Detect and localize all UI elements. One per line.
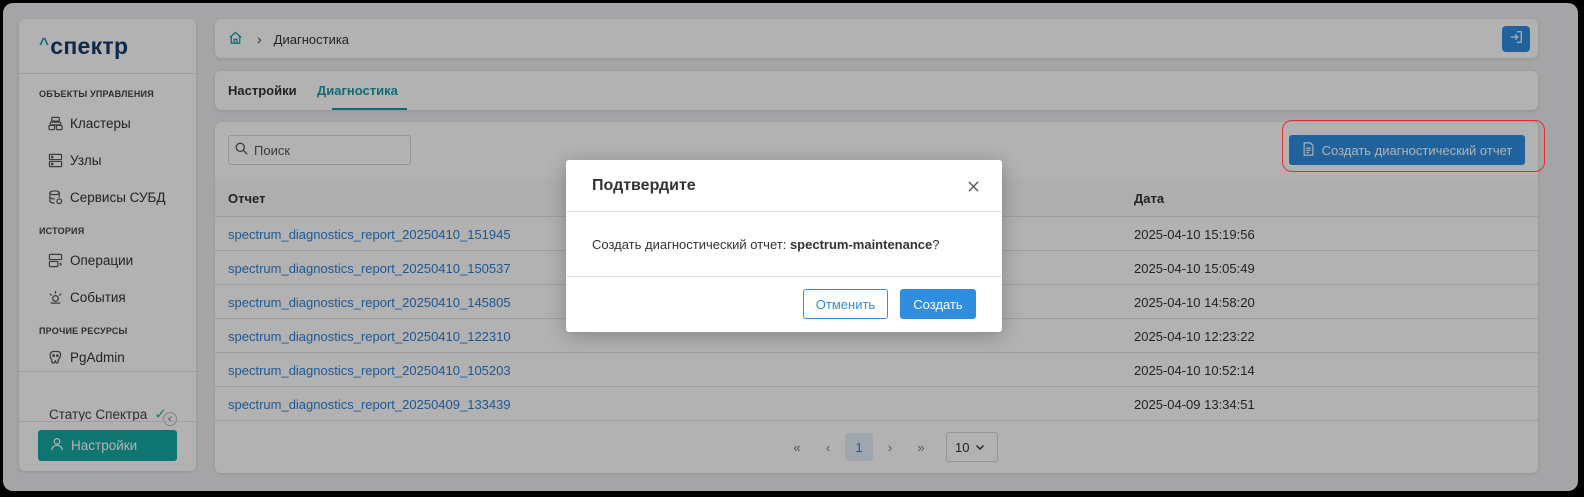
sidebar-item-label: События [70,289,126,305]
prev-page-button[interactable]: ‹ [814,433,842,461]
last-page-button[interactable]: » [907,433,935,461]
report-link[interactable]: spectrum_diagnostics_report_20250409_133… [228,397,511,412]
dialog-message-target: spectrum-maintenance [789,237,933,252]
report-link[interactable]: spectrum_diagnostics_report_20250410_150… [228,261,511,276]
server-icon [47,152,63,168]
sidebar-divider [19,73,196,74]
settings-button-label: Настройки [71,438,138,453]
close-icon[interactable] [964,177,982,195]
pgadmin-icon [47,349,63,365]
search-input[interactable]: Поиск [228,135,411,165]
sidebar-item-pgadmin[interactable]: PgAdmin [47,345,125,369]
sidebar-item-label: Узлы [70,152,102,168]
tab-settings[interactable]: Настройки [228,83,297,98]
table-row: spectrum_diagnostics_report_20250409_133… [215,387,1538,421]
events-icon [47,289,63,305]
user-icon [50,437,64,454]
cluster-icon [47,115,63,131]
breadcrumb-current: Диагностика [273,31,350,47]
sidebar-item-label: Операции [70,252,134,268]
column-header-date: Дата [1134,191,1165,206]
operations-icon [47,252,63,268]
pagination: « ‹ 1 › » 10 [783,432,998,462]
annotation-highlight [1282,120,1545,172]
search-placeholder: Поиск [254,142,291,158]
breadcrumb: › Диагностика [228,30,349,48]
tabs-bar: Настройки Диагностика [215,71,1538,110]
search-icon [235,142,248,158]
dialog-divider [566,211,1002,212]
dialog-divider [566,276,1002,277]
sidebar-item-operations[interactable]: Операции [47,248,133,272]
table-row: spectrum_diagnostics_report_20250410_105… [215,353,1538,387]
topbar: › Диагностика [215,19,1538,58]
page-size-select[interactable]: 10 [946,432,998,462]
page-size-value: 10 [955,439,970,455]
chevron-down-icon [975,442,985,452]
sidebar: ^спектр ОБЪЕКТЫ УПРАВЛЕНИЯ Кластеры Узлы… [19,19,196,471]
chevron-right-icon: › [257,31,262,47]
status-label: Статус Спектра [49,406,148,422]
sidebar-item-label: Кластеры [70,115,131,131]
report-date: 2025-04-10 14:58:20 [1134,295,1255,310]
sidebar-item-label: PgAdmin [70,349,125,365]
cancel-button[interactable]: Отменить [803,289,888,319]
home-icon[interactable] [228,30,243,48]
logout-icon [1509,30,1523,49]
sidebar-section-other: ПРОЧИЕ РЕСУРСЫ [39,326,128,336]
dialog-title: Подтвердите [592,177,696,194]
logo-text: спектр [50,33,129,59]
report-link[interactable]: spectrum_diagnostics_report_20250410_145… [228,295,511,310]
sidebar-item-db-services[interactable]: Сервисы СУБД [47,185,166,209]
database-icon [47,189,63,205]
collapse-sidebar-button[interactable] [163,412,177,426]
report-date: 2025-04-10 12:23:22 [1134,329,1255,344]
report-link[interactable]: spectrum_diagnostics_report_20250410_151… [228,227,511,242]
sidebar-item-clusters[interactable]: Кластеры [47,111,131,135]
sidebar-section-history: ИСТОРИЯ [39,226,85,236]
active-tab-indicator [332,108,407,110]
report-link[interactable]: spectrum_diagnostics_report_20250410_122… [228,329,511,344]
settings-button[interactable]: Настройки [38,430,177,461]
dialog-message-suffix: ? [932,237,940,252]
report-date: 2025-04-10 15:05:49 [1134,261,1255,276]
next-page-button[interactable]: › [876,433,904,461]
confirm-dialog: Подтвердите Создать диагностический отче… [566,160,1002,332]
page-button-current[interactable]: 1 [845,433,873,461]
report-date: 2025-04-10 10:52:14 [1134,363,1255,378]
sidebar-divider [19,421,196,422]
sidebar-item-nodes[interactable]: Узлы [47,148,101,172]
sidebar-item-events[interactable]: События [47,285,126,309]
logo-caret-icon: ^ [39,34,50,53]
first-page-button[interactable]: « [783,433,811,461]
report-link[interactable]: spectrum_diagnostics_report_20250410_105… [228,363,511,378]
sidebar-divider [19,371,196,372]
dialog-message-prefix: Создать диагностический отчет: [592,237,790,252]
sidebar-item-label: Сервисы СУБД [70,189,166,205]
report-date: 2025-04-09 13:34:51 [1134,397,1255,412]
report-date: 2025-04-10 15:19:56 [1134,227,1255,242]
tab-diagnostics[interactable]: Диагностика [317,83,398,98]
sidebar-section-management: ОБЪЕКТЫ УПРАВЛЕНИЯ [39,89,154,99]
confirm-create-button[interactable]: Создать [900,289,976,319]
logout-button[interactable] [1502,26,1530,52]
column-header-report: Отчет [228,191,266,206]
dialog-message: Создать диагностический отчет: spectrum-… [592,237,940,252]
logo[interactable]: ^спектр [39,33,128,60]
